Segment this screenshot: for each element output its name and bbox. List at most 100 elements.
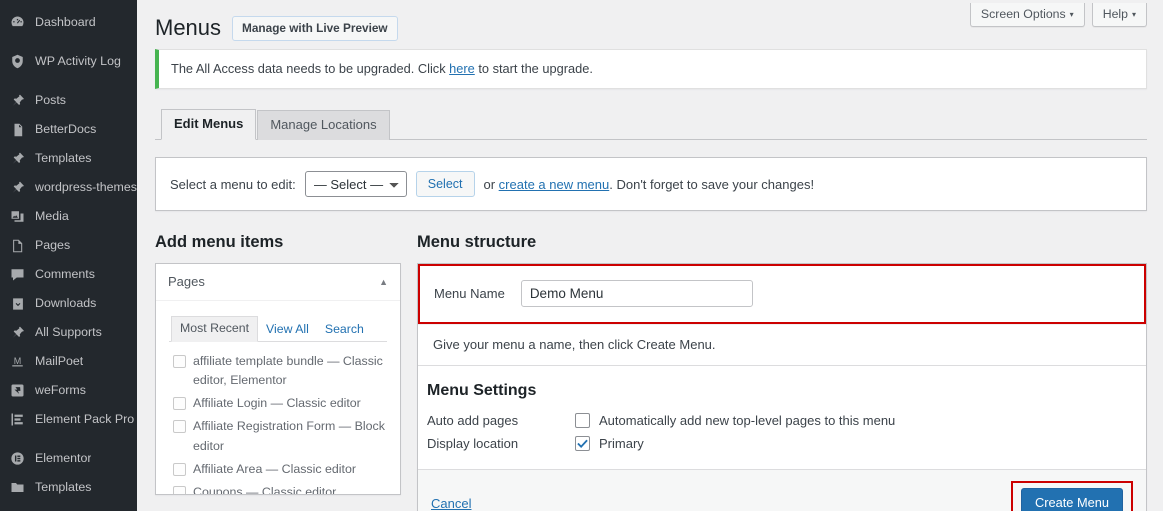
- sidebar-item-label: Dashboard: [35, 15, 96, 29]
- mailpoet-icon: M: [9, 353, 26, 370]
- select-submit-button[interactable]: Select: [415, 171, 475, 197]
- page-item-label: affiliate template bundle — Classic edit…: [193, 353, 383, 387]
- folder-icon: [9, 479, 26, 496]
- menu-name-label: Menu Name: [434, 286, 505, 301]
- sidebar-item-media[interactable]: Media: [0, 202, 137, 231]
- sidebar-item-label: Templates: [35, 151, 92, 165]
- pages-accordion-header[interactable]: Pages ▲: [156, 264, 400, 301]
- notice-text-after: to start the upgrade.: [474, 61, 593, 76]
- sidebar-item-betterdocs[interactable]: BetterDocs: [0, 115, 137, 144]
- sidebar-item-label: Posts: [35, 93, 66, 107]
- create-menu-button[interactable]: Create Menu: [1021, 488, 1123, 511]
- sidebar-item-label: Elementor: [35, 451, 92, 465]
- upgrade-notice: The All Access data needs to be upgraded…: [155, 49, 1147, 89]
- or-text: or: [483, 176, 499, 192]
- pages-subtabs: Most Recent View All Search: [169, 315, 387, 342]
- display-location-row: Display location Primary: [427, 432, 1131, 455]
- auto-add-pages-label: Auto add pages: [427, 413, 519, 428]
- page-checkbox[interactable]: [173, 354, 186, 368]
- sidebar-item-wordpress-themes[interactable]: wordpress-themes: [0, 173, 137, 202]
- sidebar-separator: [0, 76, 137, 86]
- sidebar-item-templates[interactable]: Templates: [0, 473, 137, 502]
- help-label: Help: [1102, 7, 1128, 21]
- screen-meta-links: Screen Options ▾ Help ▾: [969, 3, 1147, 28]
- sidebar-item-label: Comments: [35, 267, 95, 281]
- menu-name-highlight: Menu Name: [418, 264, 1146, 324]
- list-item[interactable]: Affiliate Registration Form — Block edit…: [173, 416, 385, 458]
- page-checkbox[interactable]: [173, 462, 186, 476]
- admin-screen: Dashboard WP Activity Log Posts BetterDocs T…: [0, 0, 1163, 511]
- list-item[interactable]: affiliate template bundle — Classic edit…: [173, 351, 385, 393]
- select-menu-label: Select a menu to edit:: [170, 176, 296, 192]
- tab-edit-menus[interactable]: Edit Menus: [161, 109, 257, 140]
- page-checkbox[interactable]: [173, 397, 186, 411]
- sidebar-item-pages[interactable]: Pages: [0, 231, 137, 260]
- subtab-search[interactable]: Search: [317, 318, 372, 342]
- pin-icon: [9, 179, 26, 196]
- media-icon: [9, 208, 26, 225]
- help-button[interactable]: Help ▾: [1091, 3, 1147, 28]
- sidebar-item-mailpoet[interactable]: M MailPoet: [0, 347, 137, 376]
- auto-add-pages-checkbox-label[interactable]: Automatically add new top-level pages to…: [599, 413, 895, 428]
- menu-name-input[interactable]: [520, 280, 753, 307]
- manage-with-live-preview-button[interactable]: Manage with Live Preview: [232, 15, 398, 41]
- list-item[interactable]: Affiliate Login — Classic editor: [173, 393, 385, 416]
- menu-structure-column: Menu structure Menu Name Give your menu …: [417, 233, 1147, 511]
- weforms-icon: [9, 382, 26, 399]
- pin-icon: [9, 324, 26, 341]
- create-a-new-menu-link[interactable]: create a new menu: [499, 177, 610, 192]
- sidebar-item-label: Downloads: [35, 296, 97, 310]
- chevron-down-icon: ▾: [1131, 10, 1136, 19]
- admin-sidebar: Dashboard WP Activity Log Posts BetterDocs T…: [0, 0, 137, 511]
- dashboard-icon: [9, 14, 26, 31]
- list-item[interactable]: Coupons — Classic editor, Elementor: [173, 482, 385, 495]
- sidebar-item-templates[interactable]: Templates: [0, 144, 137, 173]
- list-item[interactable]: Affiliate Area — Classic editor: [173, 459, 385, 482]
- sidebar-separator: [0, 434, 137, 444]
- sidebar-item-elementor[interactable]: Elementor: [0, 444, 137, 473]
- tab-manage-locations[interactable]: Manage Locations: [257, 110, 390, 140]
- menu-tabs: Edit Menus Manage Locations: [155, 109, 1147, 140]
- pages-icon: [9, 237, 26, 254]
- menu-structure-panel: Menu Name Give your menu a name, then cl…: [417, 263, 1147, 511]
- page-item-label: Coupons — Classic editor, Elementor: [193, 485, 340, 495]
- display-location-primary-checkbox[interactable]: [575, 436, 590, 451]
- page-checkbox[interactable]: [173, 486, 186, 494]
- sidebar-item-wp-activity-log[interactable]: WP Activity Log: [0, 47, 137, 76]
- pages-checkbox-list: affiliate template bundle — Classic edit…: [169, 342, 387, 495]
- sidebar-item-label: All Supports: [35, 325, 102, 339]
- page-item-label: Affiliate Area — Classic editor: [193, 461, 356, 476]
- sidebar-item-weforms[interactable]: weForms: [0, 376, 137, 405]
- notice-upgrade-link[interactable]: here: [449, 61, 475, 76]
- sidebar-item-comments[interactable]: Comments: [0, 260, 137, 289]
- sidebar-item-posts[interactable]: Posts: [0, 86, 137, 115]
- sidebar-item-downloads[interactable]: Downloads: [0, 289, 137, 318]
- menu-name-hint: Give your menu a name, then click Create…: [418, 324, 1146, 365]
- screen-options-label: Screen Options: [980, 7, 1066, 21]
- element-pack-icon: [9, 411, 26, 428]
- menu-structure-heading: Menu structure: [417, 233, 537, 251]
- subtab-most-recent[interactable]: Most Recent: [171, 316, 259, 342]
- display-location-primary-label[interactable]: Primary: [599, 436, 644, 451]
- auto-add-pages-checkbox[interactable]: [575, 413, 590, 428]
- sidebar-item-all-supports[interactable]: All Supports: [0, 318, 137, 347]
- menu-settings-section: Menu Settings Auto add pages Automatical…: [418, 365, 1146, 469]
- sidebar-item-element-pack-pro[interactable]: Element Pack Pro: [0, 405, 137, 434]
- elementor-icon: [9, 450, 26, 467]
- pages-accordion-body: Most Recent View All Search affiliate te…: [156, 301, 400, 495]
- create-menu-highlight: Create Menu: [1011, 481, 1133, 511]
- sidebar-item-label: BetterDocs: [35, 122, 97, 136]
- screen-options-button[interactable]: Screen Options ▾: [969, 3, 1085, 28]
- page-checkbox[interactable]: [173, 420, 186, 434]
- sidebar-item-label: Templates: [35, 480, 92, 494]
- menu-select-dropdown[interactable]: — Select —: [304, 171, 407, 197]
- pages-accordion-title: Pages: [168, 274, 205, 289]
- main-content: Screen Options ▾ Help ▾ Menus Manage with …: [137, 0, 1163, 511]
- sidebar-item-dashboard[interactable]: Dashboard: [0, 8, 137, 37]
- cancel-link[interactable]: Cancel: [431, 496, 471, 511]
- sidebar-item-label: Element Pack Pro: [35, 412, 135, 426]
- select-menu-row: Select a menu to edit: — Select — Select…: [155, 157, 1147, 211]
- pages-accordion: Pages ▲ Most Recent View All Search affi…: [155, 263, 401, 495]
- save-reminder-text: . Don't forget to save your changes!: [609, 176, 815, 192]
- subtab-view-all[interactable]: View All: [258, 318, 317, 342]
